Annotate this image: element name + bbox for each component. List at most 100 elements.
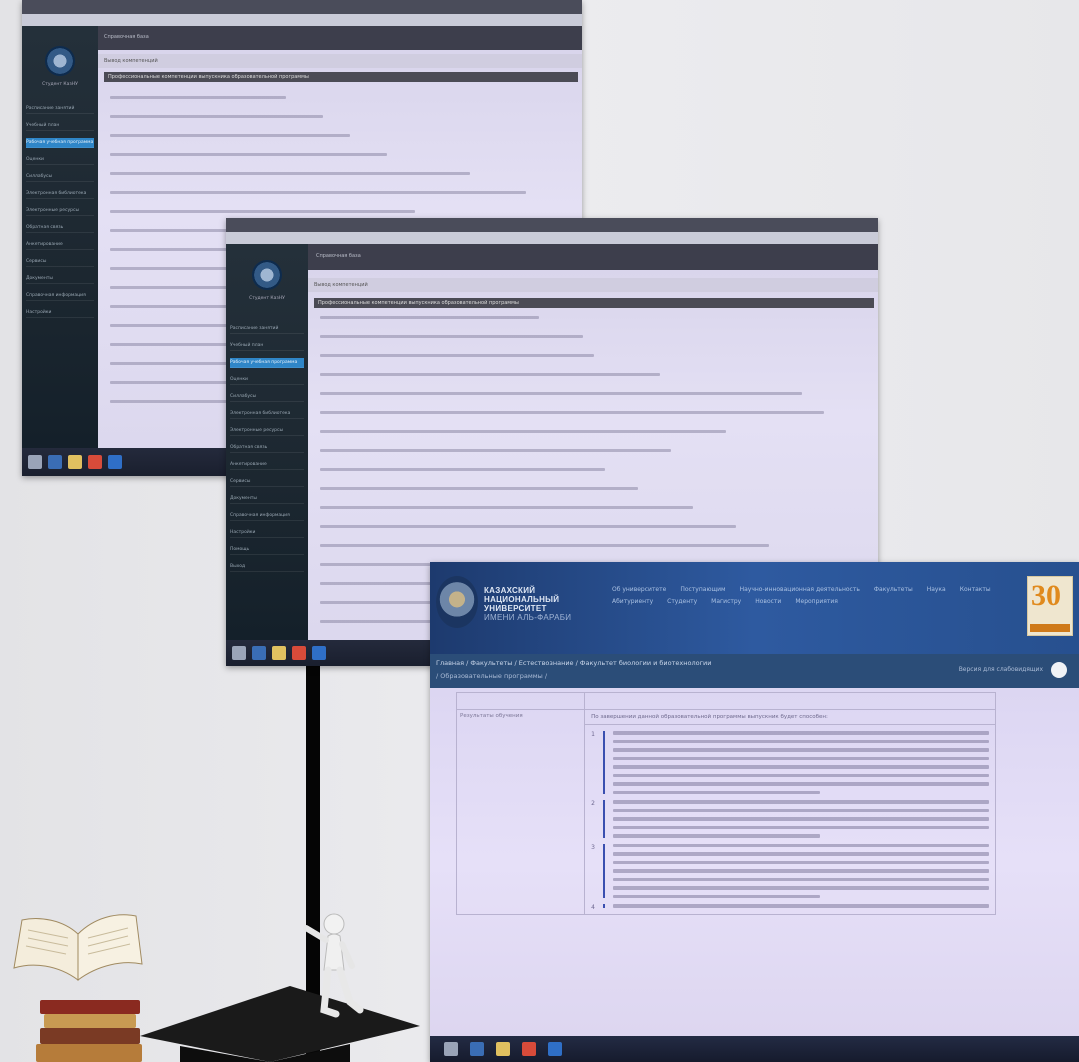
- university-logo-icon: [252, 260, 282, 290]
- sidebar-menu-item[interactable]: Документы: [230, 494, 304, 504]
- chrome-icon[interactable]: [522, 1042, 536, 1056]
- sidebar-menu-item[interactable]: Настройки: [26, 308, 94, 318]
- competence-header-row: Профессиональные компетенции выпускника …: [314, 298, 874, 308]
- anniversary-badge: 30: [1027, 576, 1073, 636]
- start-icon[interactable]: [28, 455, 42, 469]
- screen-photo-3: КАЗАХСКИЙ НАЦИОНАЛЬНЫЙ УНИВЕРСИТЕТ ИМЕНИ…: [430, 562, 1079, 1062]
- chrome-icon[interactable]: [292, 646, 306, 660]
- sidebar-menu-item[interactable]: Рабочая учебная программа: [230, 358, 304, 368]
- nav-link[interactable]: Факультеты: [874, 584, 913, 596]
- word-icon[interactable]: [312, 646, 326, 660]
- nav-link[interactable]: Контакты: [960, 584, 991, 596]
- learning-outcomes-table: Результаты обучения По завершении данной…: [455, 692, 996, 915]
- university-emblem-icon[interactable]: [436, 576, 478, 628]
- sidebar-menu-item[interactable]: Анкетирование: [230, 460, 304, 470]
- browser-icon[interactable]: [48, 455, 62, 469]
- sidebar-menu-item[interactable]: Учебный план: [230, 341, 304, 351]
- nav-link[interactable]: Магистру: [711, 596, 741, 608]
- nav-link[interactable]: Об университете: [612, 584, 666, 596]
- competence-row: [110, 132, 572, 140]
- outcome-number: 4: [591, 904, 595, 911]
- nav-link[interactable]: Абитуриенту: [612, 596, 653, 608]
- nav-link[interactable]: Студенту: [667, 596, 697, 608]
- competence-row: [320, 504, 868, 512]
- chrome-icon[interactable]: [88, 455, 102, 469]
- outcome-item: 3: [591, 843, 989, 898]
- sidebar-menu-item[interactable]: Электронные ресурсы: [230, 426, 304, 436]
- outcome-number: 1: [591, 731, 595, 738]
- competence-row: [320, 314, 868, 322]
- outcome-item: 2: [591, 800, 989, 838]
- folder-icon[interactable]: [272, 646, 286, 660]
- document-area: Результаты обучения По завершении данной…: [430, 688, 1079, 1036]
- nav-link[interactable]: Мероприятия: [795, 596, 838, 608]
- site-header: КАЗАХСКИЙ НАЦИОНАЛЬНЫЙ УНИВЕРСИТЕТ ИМЕНИ…: [430, 562, 1079, 654]
- competence-row: [320, 409, 868, 417]
- outcome-item: 1: [591, 731, 989, 794]
- sidebar-user: Студент КазНУ: [249, 296, 285, 301]
- nav-link[interactable]: Научно-инновационная деятельность: [740, 584, 860, 596]
- bookmarks-bar[interactable]: [22, 14, 582, 26]
- sidebar-menu-item[interactable]: Настройки: [230, 528, 304, 538]
- sidebar-menu-item[interactable]: Обратная связь: [230, 443, 304, 453]
- sidebar-menu-item[interactable]: Оценки: [26, 155, 94, 165]
- top-title: Справочная база: [316, 253, 361, 259]
- sidebar-menu-item[interactable]: Сервисы: [230, 477, 304, 487]
- sidebar-menu-item[interactable]: Оценки: [230, 375, 304, 385]
- competence-row: [110, 208, 572, 216]
- sidebar-menu-item[interactable]: Электронная библиотека: [230, 409, 304, 419]
- sidebar: Студент КазНУ Расписание занятий Учебный …: [226, 244, 308, 640]
- accessibility-eye-icon[interactable]: [1051, 662, 1067, 678]
- sidebar-menu-item[interactable]: Рабочая учебная программа: [26, 138, 94, 148]
- nav-link[interactable]: Наука: [927, 584, 946, 596]
- nav-link[interactable]: Новости: [755, 596, 781, 608]
- competence-row: [320, 523, 868, 531]
- browser-tab-bar[interactable]: [22, 0, 582, 14]
- sidebar-menu-item[interactable]: Силлабусы: [230, 392, 304, 402]
- competence-row: [320, 447, 868, 455]
- sidebar-menu-item[interactable]: Справочная информация: [230, 511, 304, 521]
- start-icon[interactable]: [232, 646, 246, 660]
- bookmarks-bar[interactable]: [226, 232, 878, 244]
- breadcrumb[interactable]: Главная / Факультеты / Естествознание / …: [436, 659, 711, 667]
- graduation-cap-icon: [140, 986, 420, 1062]
- sidebar-menu-item[interactable]: Анкетирование: [26, 240, 94, 250]
- sidebar-menu-item[interactable]: Расписание занятий: [26, 104, 94, 114]
- university-name[interactable]: КАЗАХСКИЙ НАЦИОНАЛЬНЫЙ УНИВЕРСИТЕТ ИМЕНИ…: [484, 586, 571, 622]
- competence-row: [320, 390, 868, 398]
- word-icon[interactable]: [108, 455, 122, 469]
- sidebar-menu-item[interactable]: Документы: [26, 274, 94, 284]
- folder-icon[interactable]: [68, 455, 82, 469]
- sidebar-menu-item[interactable]: Учебный план: [26, 121, 94, 131]
- competence-row: [110, 94, 572, 102]
- nav-link[interactable]: Поступающим: [680, 584, 725, 596]
- breadcrumb-line-2[interactable]: / Образовательные программы /: [436, 672, 547, 680]
- competence-row: [320, 428, 868, 436]
- sidebar-menu-item[interactable]: Выход: [230, 562, 304, 572]
- top-strip: Справочная база: [308, 244, 878, 270]
- sidebar-menu-item[interactable]: Справочная информация: [26, 291, 94, 301]
- sidebar-menu-item[interactable]: Электронная библиотека: [26, 189, 94, 199]
- sidebar-menu-item[interactable]: Сервисы: [26, 257, 94, 267]
- browser-icon[interactable]: [470, 1042, 484, 1056]
- sidebar-menu-item[interactable]: Помощь: [230, 545, 304, 555]
- sidebar-menu-item[interactable]: Расписание занятий: [230, 324, 304, 334]
- university-logo-icon: [45, 46, 75, 76]
- competence-row: [320, 352, 868, 360]
- top-title: Справочная база: [104, 34, 149, 40]
- sidebar-menu-item[interactable]: Обратная связь: [26, 223, 94, 233]
- word-icon[interactable]: [548, 1042, 562, 1056]
- top-strip: Справочная база: [98, 26, 582, 50]
- start-icon[interactable]: [444, 1042, 458, 1056]
- competence-row: [320, 485, 868, 493]
- taskbar: [430, 1036, 1079, 1062]
- browser-tab-bar[interactable]: [226, 218, 878, 232]
- sidebar-menu-item[interactable]: Силлабусы: [26, 172, 94, 182]
- browser-icon[interactable]: [252, 646, 266, 660]
- main-nav: Об университете Поступающим Научно-инновац…: [612, 584, 1012, 608]
- panel-header: Вывод компетенций: [308, 278, 878, 292]
- sidebar: Студент КазНУ Расписание занятий Учебный …: [22, 26, 98, 448]
- accessibility-link[interactable]: Версия для слабовидящих: [959, 666, 1043, 673]
- sidebar-menu-item[interactable]: Электронные ресурсы: [26, 206, 94, 216]
- folder-icon[interactable]: [496, 1042, 510, 1056]
